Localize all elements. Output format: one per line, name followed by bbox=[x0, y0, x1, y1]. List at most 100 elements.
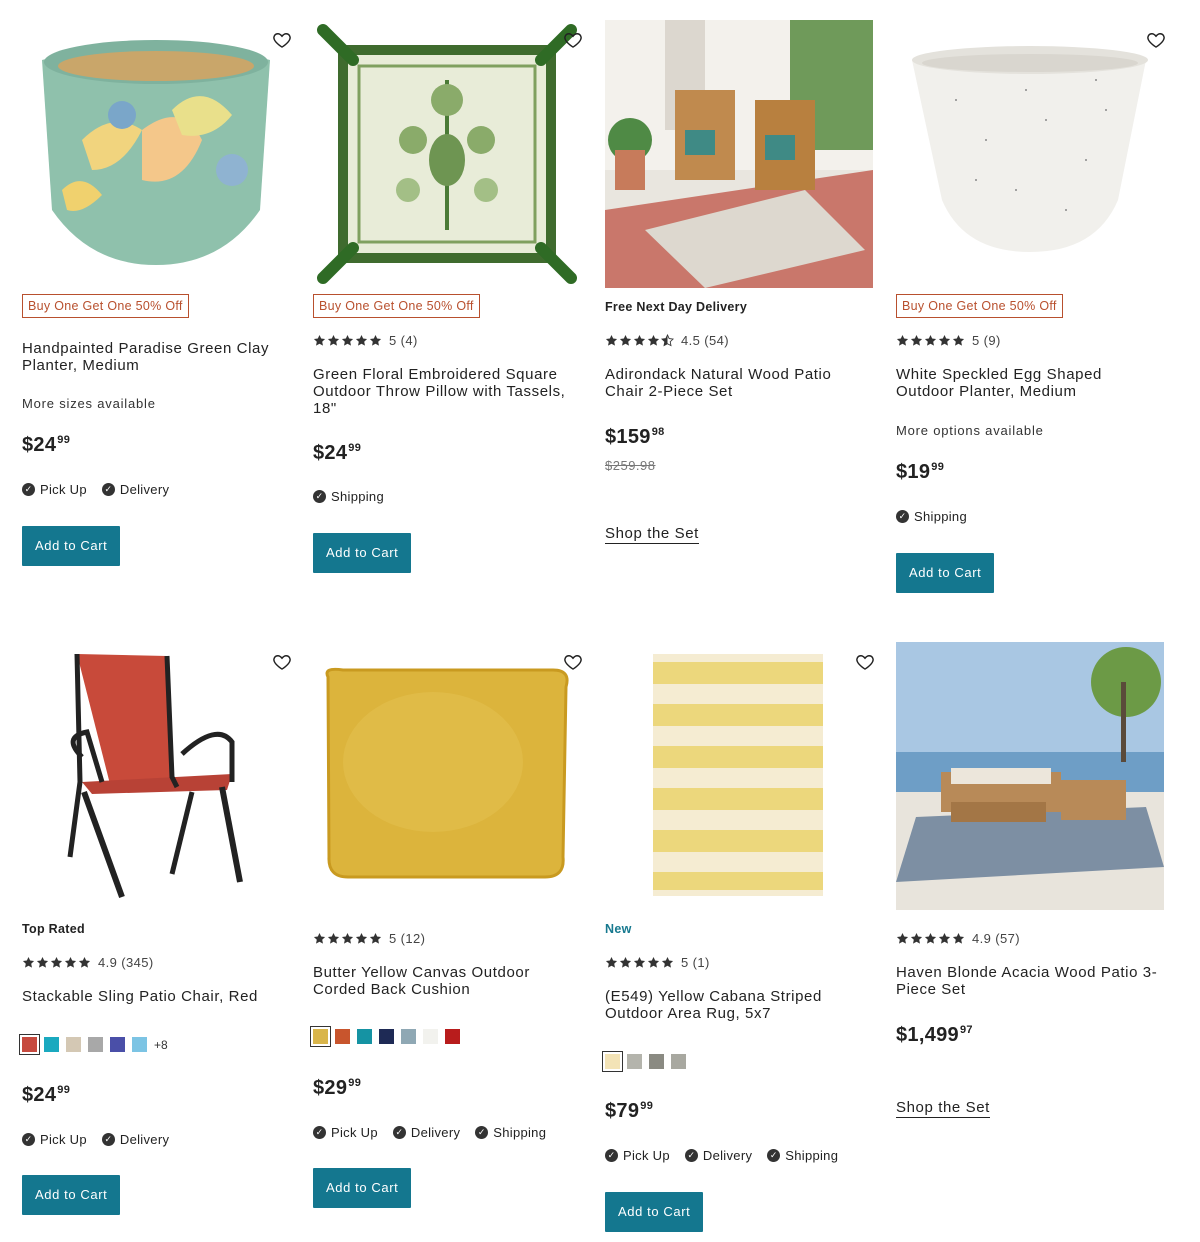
original-price: $259.98 bbox=[605, 458, 656, 473]
star-icon bbox=[64, 956, 77, 969]
more-sizes-text[interactable]: More sizes available bbox=[22, 396, 156, 411]
color-swatch[interactable] bbox=[401, 1029, 416, 1044]
shop-the-set-link[interactable]: Shop the Set bbox=[605, 525, 699, 544]
color-swatch[interactable] bbox=[19, 1034, 40, 1055]
pattern-swatch[interactable] bbox=[627, 1054, 642, 1069]
rating[interactable]: 5 (9) bbox=[896, 333, 1001, 348]
heart-icon[interactable] bbox=[272, 652, 292, 672]
color-swatch[interactable] bbox=[357, 1029, 372, 1044]
rating[interactable]: 5 (4) bbox=[313, 333, 418, 348]
check-icon: ✓ bbox=[896, 510, 909, 523]
rating-text: 4.9 (345) bbox=[98, 955, 154, 970]
product-image[interactable] bbox=[313, 642, 581, 910]
check-icon: ✓ bbox=[767, 1149, 781, 1162]
color-swatch[interactable] bbox=[110, 1037, 125, 1052]
option-delivery: ✓ Delivery bbox=[392, 1125, 460, 1140]
color-swatch[interactable] bbox=[379, 1029, 394, 1044]
check-icon: ✓ bbox=[101, 1133, 115, 1146]
fulfillment-options: ✓ Shipping bbox=[313, 489, 399, 504]
pattern-swatch[interactable] bbox=[671, 1054, 686, 1069]
product-image[interactable] bbox=[896, 642, 1164, 910]
rating[interactable]: 4.9 (57) bbox=[896, 931, 1020, 946]
check-icon: ✓ bbox=[684, 1149, 698, 1162]
star-half-icon bbox=[661, 334, 674, 347]
pattern-swatch[interactable] bbox=[649, 1054, 664, 1069]
fulfillment-options: ✓ Pick Up ✓ Delivery bbox=[22, 1132, 184, 1147]
product-title[interactable]: (E549) Yellow Cabana Striped Outdoor Are… bbox=[605, 988, 873, 1022]
product-title[interactable]: Butter Yellow Canvas Outdoor Corded Back… bbox=[313, 964, 575, 998]
star-rating bbox=[313, 334, 383, 347]
add-to-cart-button[interactable]: Add to Cart bbox=[22, 1175, 121, 1215]
option-delivery: ✓ Delivery bbox=[684, 1148, 752, 1163]
color-swatch[interactable] bbox=[335, 1029, 350, 1044]
more-colors-link[interactable]: +8 bbox=[154, 1038, 168, 1052]
rating[interactable]: 4.5 (54) bbox=[605, 333, 729, 348]
product-image[interactable] bbox=[605, 20, 873, 288]
product-image[interactable] bbox=[22, 642, 290, 910]
fulfillment-options: ✓ Pick Up ✓ Delivery bbox=[22, 482, 184, 497]
price: $2499 bbox=[313, 442, 362, 464]
star-icon bbox=[341, 932, 354, 945]
price: $2499 bbox=[22, 1084, 71, 1106]
rating[interactable]: 5 (1) bbox=[605, 955, 710, 970]
price: $7999 bbox=[605, 1100, 654, 1122]
product-title[interactable]: White Speckled Egg Shaped Outdoor Plante… bbox=[896, 366, 1164, 400]
star-rating bbox=[22, 956, 92, 969]
option-pickup: ✓ Pick Up bbox=[22, 1132, 87, 1147]
add-to-cart-button[interactable]: Add to Cart bbox=[22, 526, 121, 566]
color-swatch[interactable] bbox=[88, 1037, 103, 1052]
add-to-cart-button[interactable]: Add to Cart bbox=[896, 553, 995, 593]
heart-icon[interactable] bbox=[855, 652, 875, 672]
add-to-cart-button[interactable]: Add to Cart bbox=[313, 1168, 412, 1208]
product-title[interactable]: Green Floral Embroidered Square Outdoor … bbox=[313, 366, 575, 417]
heart-icon[interactable] bbox=[563, 30, 583, 50]
option-pickup: ✓ Pick Up bbox=[313, 1125, 378, 1140]
delivery-tag: Free Next Day Delivery bbox=[605, 300, 748, 314]
star-icon bbox=[78, 956, 91, 969]
price: $2999 bbox=[313, 1077, 362, 1099]
star-icon bbox=[605, 334, 618, 347]
check-icon: ✓ bbox=[101, 483, 115, 496]
star-icon bbox=[22, 956, 35, 969]
product-image[interactable] bbox=[605, 642, 873, 910]
color-swatch[interactable] bbox=[445, 1029, 460, 1044]
promo-badge: Buy One Get One 50% Off bbox=[896, 294, 1063, 318]
shop-the-set-link[interactable]: Shop the Set bbox=[896, 1099, 990, 1118]
product-title[interactable]: Stackable Sling Patio Chair, Red bbox=[22, 988, 290, 1005]
option-shipping: ✓ Shipping bbox=[475, 1125, 546, 1140]
product-title[interactable]: Adirondack Natural Wood Patio Chair 2-Pi… bbox=[605, 366, 873, 400]
product-image[interactable] bbox=[896, 20, 1164, 288]
add-to-cart-button[interactable]: Add to Cart bbox=[313, 533, 412, 573]
rating[interactable]: 5 (12) bbox=[313, 931, 425, 946]
pattern-swatch[interactable] bbox=[602, 1051, 623, 1072]
heart-icon[interactable] bbox=[563, 652, 583, 672]
product-title[interactable]: Handpainted Paradise Green Clay Planter,… bbox=[22, 340, 282, 374]
more-options-text[interactable]: More options available bbox=[896, 423, 1044, 438]
star-icon bbox=[661, 956, 674, 969]
heart-icon[interactable] bbox=[1146, 30, 1166, 50]
product-title[interactable]: Haven Blonde Acacia Wood Patio 3-Piece S… bbox=[896, 964, 1164, 998]
color-swatch[interactable] bbox=[423, 1029, 438, 1044]
star-icon bbox=[619, 956, 632, 969]
star-icon bbox=[896, 932, 909, 945]
star-icon bbox=[647, 334, 660, 347]
color-swatch[interactable] bbox=[310, 1026, 331, 1047]
check-icon: ✓ bbox=[313, 490, 326, 503]
color-swatch[interactable] bbox=[44, 1037, 59, 1052]
star-rating bbox=[313, 932, 383, 945]
heart-icon[interactable] bbox=[272, 30, 292, 50]
star-icon bbox=[896, 334, 909, 347]
star-icon bbox=[952, 334, 965, 347]
product-image[interactable] bbox=[22, 20, 290, 288]
option-pickup: ✓ Pick Up bbox=[22, 482, 87, 497]
add-to-cart-button[interactable]: Add to Cart bbox=[605, 1192, 704, 1232]
product-image[interactable] bbox=[313, 20, 581, 288]
star-icon bbox=[633, 956, 646, 969]
rating[interactable]: 4.9 (345) bbox=[22, 955, 154, 970]
color-swatch[interactable] bbox=[66, 1037, 81, 1052]
fulfillment-options: ✓ Pick Up ✓ Delivery ✓ Shipping bbox=[313, 1125, 561, 1140]
star-icon bbox=[327, 932, 340, 945]
color-swatch[interactable] bbox=[132, 1037, 147, 1052]
rating-text: 5 (12) bbox=[389, 931, 426, 946]
pattern-swatches bbox=[602, 1051, 693, 1072]
